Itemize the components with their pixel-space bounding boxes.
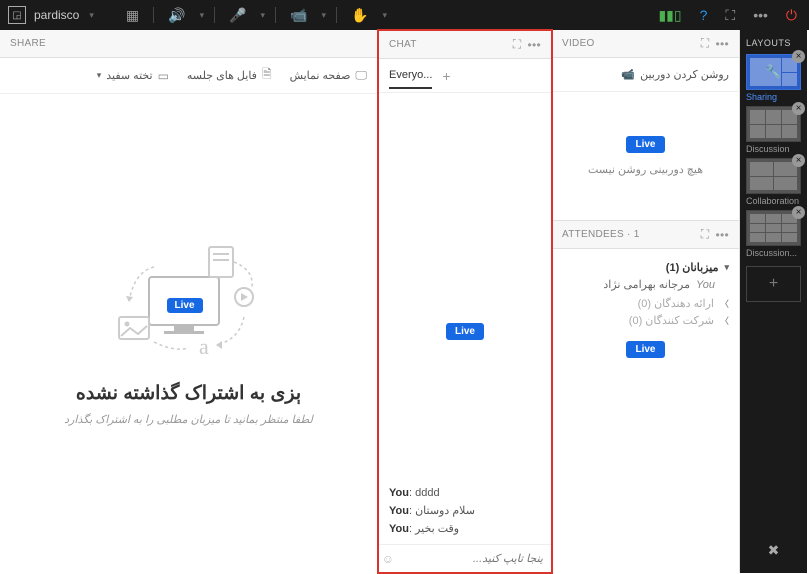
share-tab-files[interactable]: 🗎فایل های جلسه — [187, 65, 272, 86]
chat-add-tab[interactable]: + — [442, 68, 450, 84]
chat-input[interactable] — [400, 553, 543, 565]
room-dropdown[interactable]: ▾ — [89, 10, 94, 21]
document-icon: 🗎 — [262, 65, 272, 86]
live-badge: Live — [626, 136, 664, 153]
attendees-group-presenters[interactable]: 〉ارائه دهندگان (0) — [562, 297, 729, 310]
help-icon[interactable]: ? — [696, 7, 712, 23]
chat-message: You: وقت بخير — [389, 522, 541, 535]
layout-label: Collaboration — [746, 196, 801, 206]
layout-label: Discussion... — [746, 248, 801, 258]
chat-messages: You: dddd You: سلام دوستان You: وقت بخير — [379, 476, 551, 544]
share-tab-whiteboard[interactable]: ▭تخته سفید▾ — [95, 69, 169, 83]
attendees-panel: ATTENDEES · 1 ⛶ ••• ▾ميزبانان (1) You مر… — [552, 221, 739, 573]
top-bar: ◲ pardisco ▾ ▦ 🔊▾ 🎤▾ 📹▾ ✋▾ ▮▮▯ ? ⛶ ••• ⏻ — [0, 0, 809, 30]
apps-grid-icon[interactable]: ▦ — [122, 7, 143, 24]
attendees-group-participants[interactable]: 〉شركت كنندگان (0) — [562, 314, 729, 327]
tools-icon[interactable]: ✖ — [740, 534, 807, 567]
chat-input-row: ☺ — [379, 544, 551, 572]
fullscreen-top-icon[interactable]: ⛶ — [721, 7, 739, 24]
more-icon[interactable]: ••• — [715, 37, 729, 51]
live-badge: Live — [626, 341, 664, 358]
chevron-down-icon: ▾ — [97, 70, 102, 81]
speaker-icon[interactable]: 🔊 — [164, 7, 189, 24]
attendees-header-title: ATTENDEES — [562, 229, 624, 240]
share-panel: SHARE 🖵صفحه نمایش 🗎فایل های جلسه ▭تخته س… — [0, 30, 378, 573]
microphone-icon[interactable]: 🎤 — [225, 7, 250, 24]
attendees-count: 1 — [634, 229, 640, 240]
video-empty-text: هيچ دوربينی روشن نيست — [588, 163, 703, 176]
chat-header-title: CHAT — [389, 39, 507, 50]
layout-close-icon[interactable]: × — [792, 206, 805, 219]
share-tabs: 🖵صفحه نمایش 🗎فایل های جلسه ▭تخته سفید▾ — [0, 58, 377, 94]
layout-label: Sharing — [746, 92, 801, 102]
layout-label: Discussion — [746, 144, 801, 154]
chevron-down-icon: ▾ — [724, 262, 729, 273]
more-top-icon[interactable]: ••• — [749, 7, 772, 23]
more-icon[interactable]: ••• — [527, 38, 541, 52]
layout-item-collaboration[interactable]: × Collaboration — [746, 158, 801, 206]
raise-hand-icon[interactable]: ✋ — [347, 7, 372, 24]
layout-close-icon[interactable]: × — [792, 50, 805, 63]
video-tab-camera-on[interactable]: روشن کردن دوربین📹 — [621, 68, 729, 81]
attendees-header: ATTENDEES · 1 ⛶ ••• — [552, 221, 739, 249]
layout-item-sharing[interactable]: 🔧 × Sharing — [746, 54, 801, 102]
chat-message: You: dddd — [389, 487, 541, 499]
chevron-right-icon: 〉 — [720, 314, 729, 327]
connection-icon[interactable]: ▮▮▯ — [654, 7, 685, 24]
attendee-row[interactable]: You مرجانه بهرامی نژاد — [562, 278, 715, 291]
chevron-right-icon: 〉 — [720, 297, 729, 310]
live-badge: Live — [167, 298, 203, 313]
chat-message: You: سلام دوستان — [389, 504, 541, 517]
more-icon[interactable]: ••• — [715, 228, 729, 242]
fullscreen-icon[interactable]: ⛶ — [513, 37, 522, 52]
share-empty-heading: ېزی به اشتراک گذاشته نشده — [76, 382, 301, 405]
layout-add-button[interactable]: + — [746, 266, 801, 302]
camera-icon[interactable]: 📹 — [286, 7, 311, 24]
layout-close-icon[interactable]: × — [792, 154, 805, 167]
video-panel: VIDEO ⛶ ••• روشن کردن دوربین📹 Live هيچ د… — [552, 30, 739, 221]
layouts-sidebar: LAYOUTS 🔧 × Sharing × Discussion × Colla… — [740, 30, 807, 573]
video-header: VIDEO ⛶ ••• — [552, 30, 739, 58]
chat-tab-everyone[interactable]: Everyo... — [389, 69, 432, 89]
share-header-title: SHARE — [10, 38, 367, 49]
fullscreen-icon[interactable]: ⛶ — [701, 36, 710, 51]
share-header: SHARE — [0, 30, 377, 58]
emoji-icon[interactable]: ☺ — [382, 552, 394, 566]
monitor-icon: 🖵 — [355, 68, 367, 83]
camera-icon: 📹 — [621, 68, 635, 81]
app-logo-icon: ◲ — [8, 6, 26, 24]
share-illustration: a Live — [104, 242, 274, 362]
layout-item-discussion2[interactable]: × Discussion... — [746, 210, 801, 258]
layout-close-icon[interactable]: × — [792, 102, 805, 115]
chat-panel: CHAT ⛶ ••• Everyo... + Live You: dddd Yo… — [377, 29, 553, 574]
room-name: pardisco — [34, 8, 79, 22]
share-tab-screen[interactable]: 🖵صفحه نمایش — [290, 68, 367, 83]
power-icon[interactable]: ⏻ — [782, 7, 801, 24]
video-header-title: VIDEO — [562, 38, 695, 49]
fullscreen-icon[interactable]: ⛶ — [701, 227, 710, 242]
attendees-group-hosts[interactable]: ▾ميزبانان (1) — [562, 261, 729, 274]
layout-item-discussion[interactable]: × Discussion — [746, 106, 801, 154]
wrench-icon: 🔧 — [765, 64, 781, 80]
svg-text:a: a — [199, 334, 209, 359]
share-empty-sub: لطفا منتظر بمانيد تا ميزبان مطلبی را به … — [64, 413, 313, 426]
whiteboard-icon: ▭ — [158, 69, 169, 83]
chat-header: CHAT ⛶ ••• — [379, 31, 551, 59]
live-badge: Live — [446, 323, 484, 340]
